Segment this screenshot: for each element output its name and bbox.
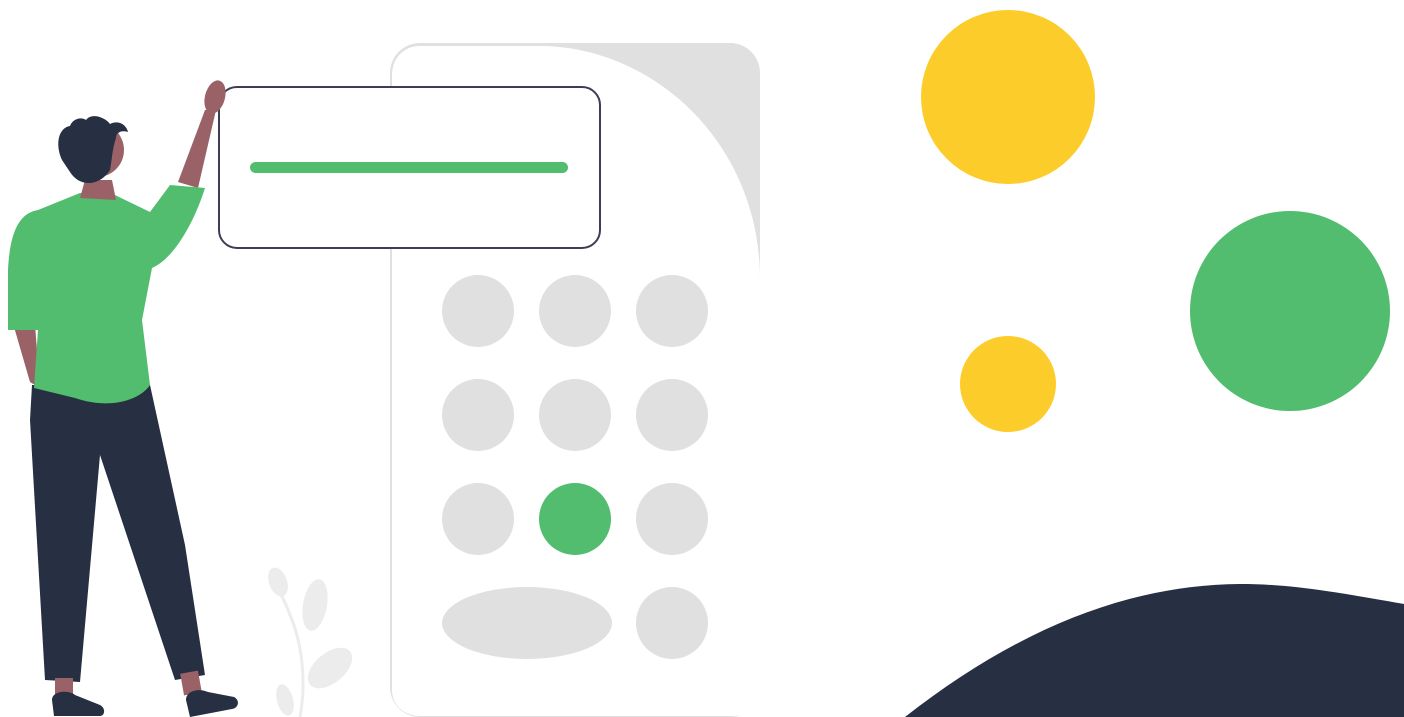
key-row1-col2[interactable]: [539, 275, 611, 347]
key-row2-col3[interactable]: [636, 379, 708, 451]
display-card: [218, 86, 601, 249]
key-row2-col1[interactable]: [442, 379, 514, 451]
large-green-circle: [1190, 211, 1390, 411]
small-yellow-circle: [960, 336, 1056, 432]
key-row3-col2[interactable]: [539, 483, 611, 555]
decorative-shapes: [905, 10, 1404, 717]
illustration-canvas: [8, 10, 1404, 717]
navy-hill: [905, 584, 1404, 717]
key-row1-col1[interactable]: [442, 275, 514, 347]
key-row4-col3[interactable]: [636, 587, 708, 659]
illustration-scene: [0, 0, 1404, 717]
key-row3-col3[interactable]: [636, 483, 708, 555]
key-row3-col1[interactable]: [442, 483, 514, 555]
display-input-bar: [250, 162, 568, 173]
key-wide[interactable]: [442, 587, 612, 659]
person-icon: [8, 80, 238, 717]
key-row1-col3[interactable]: [636, 275, 708, 347]
key-row2-col2[interactable]: [539, 379, 611, 451]
plant-icon: [268, 567, 353, 717]
large-yellow-circle: [921, 10, 1095, 184]
